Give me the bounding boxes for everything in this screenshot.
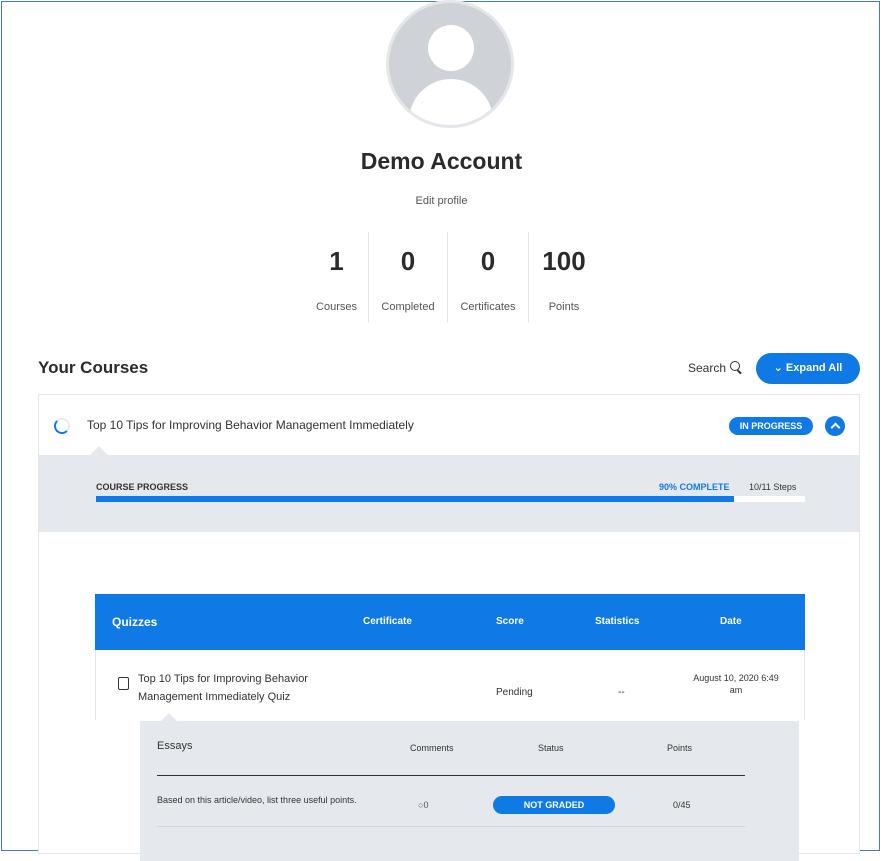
essay-comments-count: 0	[423, 800, 429, 810]
quiz-statistics: --	[618, 687, 625, 698]
course-progress-bar	[96, 496, 805, 502]
progress-circle-icon	[54, 418, 70, 434]
quiz-date: August 10, 2020 6:49 am	[693, 673, 779, 695]
search-button[interactable]: Search	[688, 361, 741, 375]
course-progress-label: COURSE PROGRESS	[96, 482, 189, 492]
status-badge: IN PROGRESS	[729, 417, 813, 435]
essays-title: Essays	[157, 740, 193, 752]
stat-certificates-value: 0	[480, 246, 496, 276]
stat-certificates: 0 Certificates	[448, 232, 528, 322]
course-progress-percent: 90% COMPLETE	[659, 482, 730, 492]
stat-certificates-label: Certificates	[460, 301, 516, 313]
essays-header-divider	[157, 775, 745, 776]
essays-col-points: Points	[667, 743, 693, 753]
expand-all-label: Expand All	[785, 362, 843, 374]
course-header[interactable]: Top 10 Tips for Improving Behavior Manag…	[39, 395, 859, 455]
essay-prompt-link[interactable]: Based on this article/video, list three …	[157, 793, 367, 807]
avatar-head-shape	[428, 25, 474, 71]
essay-points: 0/45	[673, 800, 691, 810]
course-progress-panel: COURSE PROGRESS 90% COMPLETE 10/11 Steps	[39, 455, 859, 532]
essays-col-comments: Comments	[410, 743, 454, 753]
stat-points-label: Points	[548, 301, 580, 313]
chevron-down-icon: ⌄	[773, 362, 783, 374]
quiz-name-link[interactable]: Top 10 Tips for Improving Behavior Manag…	[138, 670, 348, 706]
avatar	[386, 0, 514, 128]
search-icon	[730, 361, 741, 371]
col-score: Score	[496, 616, 524, 627]
col-date: Date	[720, 616, 742, 627]
quizzes-header: Quizzes Certificate Score Statistics Dat…	[95, 594, 805, 650]
collapse-toggle-button[interactable]	[825, 416, 845, 436]
essay-comments[interactable]: ○0	[418, 800, 428, 810]
progress-pointer	[89, 446, 109, 456]
search-label: Search	[688, 361, 727, 375]
stat-courses: 1 Courses	[305, 232, 368, 322]
essay-status-badge: NOT GRADED	[493, 796, 615, 814]
profile-name: Demo Account	[360, 148, 523, 174]
stat-points-value: 100	[542, 246, 586, 276]
stat-courses-value: 1	[329, 246, 344, 276]
course-progress-fill	[96, 496, 735, 502]
quiz-score: Pending	[496, 687, 533, 698]
stat-courses-label: Courses	[316, 301, 357, 313]
course-progress-steps: 10/11 Steps	[749, 482, 797, 492]
stat-completed-value: 0	[400, 246, 416, 276]
course-card: Top 10 Tips for Improving Behavior Manag…	[38, 394, 860, 861]
quiz-document-icon	[118, 677, 129, 690]
stat-points: 100 Points	[529, 232, 599, 322]
essays-col-status: Status	[538, 743, 564, 753]
col-certificate: Certificate	[363, 616, 412, 627]
quizzes-title: Quizzes	[112, 615, 158, 629]
your-courses-heading: Your Courses	[38, 358, 149, 377]
expand-all-button[interactable]: ⌄ Expand All	[756, 353, 860, 384]
essays-panel: Essays Comments Status Points Based on t…	[140, 721, 799, 861]
course-title-link[interactable]: Top 10 Tips for Improving Behavior Manag…	[87, 418, 414, 432]
avatar-body-shape	[409, 79, 493, 125]
essays-row-divider	[157, 826, 745, 827]
col-statistics: Statistics	[595, 616, 640, 627]
edit-profile-link[interactable]: Edit profile	[0, 195, 883, 207]
stat-completed: 0 Completed	[369, 232, 447, 322]
quiz-row[interactable]: Top 10 Tips for Improving Behavior Manag…	[95, 650, 805, 720]
stat-completed-label: Completed	[381, 301, 435, 313]
